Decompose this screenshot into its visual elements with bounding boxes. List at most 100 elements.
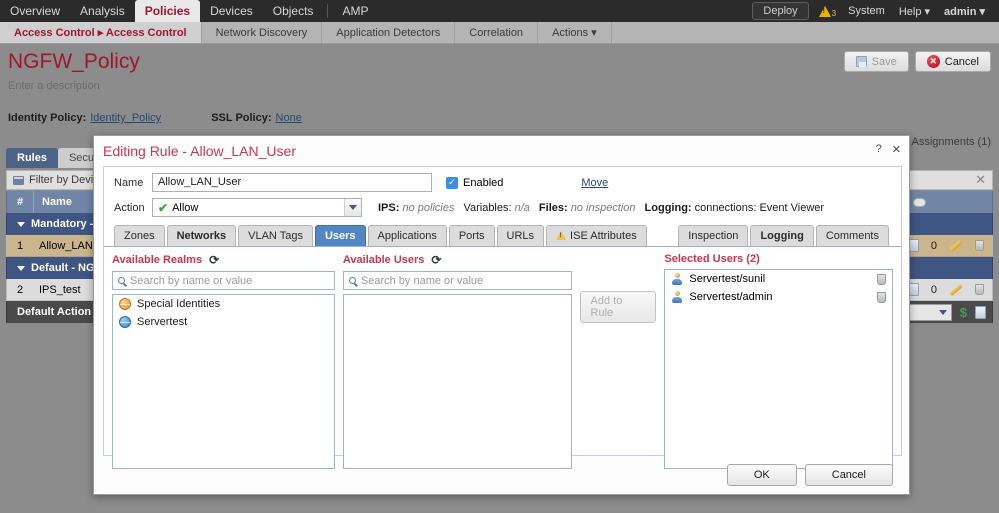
users-search-input[interactable]: Search by name or value [342,271,572,290]
subnav-item-actions[interactable]: Actions ▾ [538,22,612,43]
close-icon[interactable]: ✕ [892,143,901,156]
column-header-number: # [16,196,24,208]
tab-applications[interactable]: Applications [367,225,447,246]
nav-item-devices[interactable]: Devices [200,0,263,22]
variables-icon[interactable]: $ [960,305,967,320]
tab-inspection[interactable]: Inspection [678,225,749,246]
filter-close-icon[interactable]: ✕ [975,172,986,188]
dialog-cancel-button[interactable]: Cancel [804,464,893,486]
save-button[interactable]: Save [843,51,909,72]
search-icon [118,277,125,284]
warning-triangle-icon [556,231,567,240]
selected-users-list[interactable]: Servertest/sunil Servertest/admin [664,269,894,469]
add-to-rule-button[interactable]: Add to Rule [579,291,657,323]
policy-description-input[interactable]: Enter a description [8,80,100,92]
tab-urls[interactable]: URLs [496,225,545,246]
deploy-button[interactable]: Deploy [752,2,809,20]
identity-policy-link[interactable]: Identity_Policy [90,112,161,124]
policy-assignments-link[interactable]: y Assignments (1) [904,136,991,148]
warning-triangle-icon [818,5,831,17]
available-realms-column: Available Realms ⟳ Search by name or val… [112,253,335,469]
logging-value: connections: Event Viewer [694,201,825,214]
tab-ise-attributes[interactable]: ISE Attributes [546,225,647,246]
move-link[interactable]: Move [581,177,608,189]
save-icon [855,56,867,67]
rule-row-actions: 0 [907,283,992,296]
tab-logging[interactable]: Logging [750,225,814,246]
edit-pencil-icon[interactable] [949,239,963,252]
nav-item-objects[interactable]: Objects [263,0,324,22]
files-label: Files: [538,201,568,214]
tab-ports[interactable]: Ports [448,225,495,246]
cancel-icon: ✕ [926,55,940,68]
chevron-down-icon [349,205,357,210]
action-select[interactable]: ✔ Allow [152,198,362,217]
delete-trash-icon[interactable] [877,291,887,303]
users-search-placeholder: Search by name or value [360,274,484,287]
tab-vlan-tags[interactable]: VLAN Tags [238,225,313,246]
breadcrumb-access-control[interactable]: Access Control ▸ Access Control [0,22,202,43]
tab-networks[interactable]: Networks [166,225,237,246]
nav-item-amp[interactable]: AMP [332,0,378,22]
identity-policy-label: Identity Policy: [8,112,87,124]
section-label-default: Default - NGF [31,262,102,274]
tab-rules[interactable]: Rules [6,148,58,168]
ssl-policy-link[interactable]: None [276,112,302,124]
tab-users[interactable]: Users [314,225,366,246]
available-users-header: Available Users ⟳ [343,253,572,267]
available-realms-header: Available Realms ⟳ [112,253,335,267]
collapse-triangle-icon[interactable] [17,221,25,227]
subnav-item-correlation[interactable]: Correlation [455,22,539,43]
list-item[interactable]: Special Identities [113,295,334,313]
subnav-filler [612,22,999,43]
action-dropdown-arrow[interactable] [344,199,361,216]
delete-trash-icon[interactable] [975,284,984,295]
enabled-checkbox[interactable]: ✓ [446,176,458,189]
edit-pencil-icon[interactable] [949,283,963,296]
logging-icon[interactable] [975,305,986,319]
user-icon [671,291,683,303]
nav-item-policies[interactable]: Policies [134,0,201,22]
add-to-rule-column: Add to Rule [579,253,657,469]
device-filter-icon [13,175,24,185]
list-item[interactable]: Servertest/sunil [665,270,892,288]
notification-warning[interactable]: 3 [818,5,836,18]
system-menu[interactable]: System [848,5,885,17]
subnav-item-network-discovery[interactable]: Network Discovery [202,22,323,43]
user-icon [671,273,683,285]
refresh-icon[interactable]: ⟳ [431,253,441,267]
cancel-button[interactable]: ✕ Cancel [914,51,991,72]
collapse-triangle-icon[interactable] [17,265,25,271]
nav-item-overview[interactable]: Overview [0,0,70,22]
delete-trash-icon[interactable] [877,273,887,285]
tab-comments[interactable]: Comments [815,225,889,246]
tab-zones[interactable]: Zones [114,225,165,246]
allow-check-icon: ✔ [158,200,169,215]
comment-icon [913,197,926,207]
ok-button[interactable]: OK [726,464,797,486]
refresh-icon[interactable]: ⟳ [209,253,219,267]
available-realms-list[interactable]: Special Identities Servertest [112,294,335,469]
selected-user-label: Servertest/admin [689,291,773,303]
rule-comment-count: 0 [930,283,937,296]
user-menu[interactable]: admin ▾ [944,5,985,18]
files-value: no inspection [570,201,636,214]
action-label: Action [114,201,145,214]
subnav-item-application-detectors[interactable]: Application Detectors [322,22,456,43]
available-users-list[interactable] [342,294,572,469]
nav-item-analysis[interactable]: Analysis [70,0,135,22]
list-item[interactable]: Servertest [113,313,334,331]
variables-label: Variables: [463,201,512,214]
help-icon[interactable]: ? [876,143,882,156]
rule-name-row: Name Allow_LAN_User ✓ Enabled Move [104,167,901,192]
rule-name-input[interactable]: Allow_LAN_User [152,173,432,192]
editing-rule-dialog: Editing Rule - Allow_LAN_User ? ✕ Name A… [93,135,910,495]
delete-trash-icon[interactable] [975,240,984,251]
realms-search-input[interactable]: Search by name or value [112,271,335,290]
users-tab-panel: Available Realms ⟳ Search by name or val… [104,247,901,469]
help-menu[interactable]: Help ▾ [899,5,930,18]
rule-number: 2 [16,283,24,296]
list-item[interactable]: Servertest/admin [665,288,892,306]
enabled-checkbox-wrap[interactable]: ✓ Enabled [446,176,503,189]
available-realms-title: Available Realms [112,254,203,266]
